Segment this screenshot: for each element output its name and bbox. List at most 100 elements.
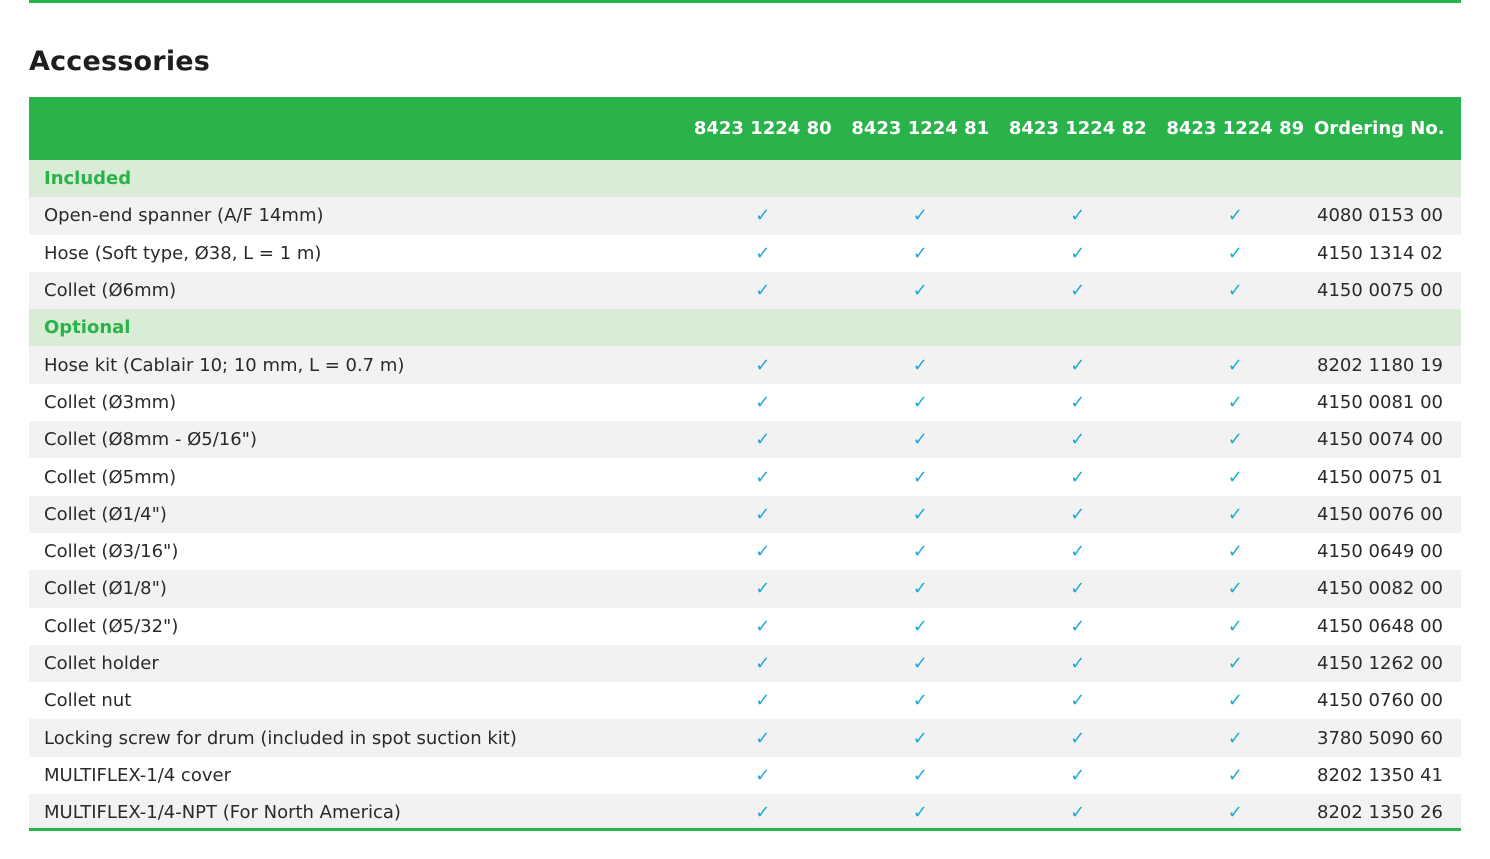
check-icon: ✓ [755, 802, 771, 824]
ordering-number: 4150 0076 00 [1317, 503, 1443, 525]
check-icon: ✓ [912, 280, 928, 302]
ordering-number: 4150 1314 02 [1317, 242, 1443, 264]
table-row: Collet nut ✓ ✓ ✓ ✓ 4150 0760 00 [29, 682, 1461, 720]
check-icon: ✓ [912, 429, 928, 451]
table-row: Collet (Ø1/4") ✓ ✓ ✓ ✓ 4150 0076 00 [29, 495, 1461, 533]
table-row: Collet holder ✓ ✓ ✓ ✓ 4150 1262 00 [29, 644, 1461, 683]
check-icon: ✓ [1227, 727, 1243, 749]
check-icon: ✓ [912, 615, 928, 637]
check-icon: ✓ [755, 690, 771, 712]
ordering-number: 4150 1262 00 [1317, 653, 1443, 674]
check-icon: ✓ [1070, 354, 1086, 376]
table-row: Collet (Ø8mm - Ø5/16") ✓ ✓ ✓ ✓ 4150 0074 00 [29, 421, 1461, 459]
ordering-number: 4150 0081 00 [1317, 391, 1443, 413]
check-icon: ✓ [912, 764, 928, 786]
item-description: Locking screw for drum (included in spot… [44, 727, 517, 749]
table-row: Collet (Ø5mm) ✓ ✓ ✓ ✓ 4150 0075 01 [29, 458, 1461, 496]
check-icon: ✓ [1227, 280, 1243, 302]
check-icon: ✓ [1070, 690, 1086, 712]
check-icon: ✓ [1227, 466, 1243, 488]
check-icon: ✓ [1227, 391, 1243, 413]
check-icon: ✓ [1070, 764, 1086, 786]
table-row: Collet (Ø5/32") ✓ ✓ ✓ ✓ 4150 0648 00 [29, 607, 1461, 645]
item-description: Collet (Ø8mm - Ø5/16") [44, 429, 257, 451]
check-icon: ✓ [1070, 429, 1086, 451]
item-description: Collet (Ø3mm) [44, 391, 177, 413]
ordering-number: 4150 0649 00 [1317, 541, 1443, 563]
check-icon: ✓ [1227, 541, 1243, 563]
item-description: Collet holder [44, 653, 159, 674]
check-icon: ✓ [755, 205, 771, 227]
header-model-82: 8423 1224 82 [1008, 118, 1147, 139]
check-icon: ✓ [1070, 727, 1086, 749]
table-row: Locking screw for drum (included in spot… [29, 719, 1461, 757]
check-icon: ✓ [912, 242, 928, 264]
section-label: Optional [44, 317, 131, 339]
check-icon: ✓ [1070, 242, 1086, 264]
ordering-number: 4080 0153 00 [1317, 205, 1443, 227]
check-icon: ✓ [755, 429, 771, 451]
check-icon: ✓ [1070, 466, 1086, 488]
check-icon: ✓ [912, 541, 928, 563]
check-icon: ✓ [1227, 653, 1243, 674]
check-icon: ✓ [755, 578, 771, 600]
header-description [29, 97, 684, 160]
table-row: Open-end spanner (A/F 14mm) ✓ ✓ ✓ ✓ 4080 0153… [29, 197, 1461, 235]
accessories-table: 8423 1224 80 8423 1224 81 8423 1224 82 8… [29, 97, 1461, 832]
check-icon: ✓ [1227, 503, 1243, 525]
item-description: Collet (Ø5/32") [44, 615, 179, 637]
check-icon: ✓ [755, 242, 771, 264]
table-row: Collet (Ø6mm) ✓ ✓ ✓ ✓ 4150 0075 00 [29, 271, 1461, 310]
check-icon: ✓ [1070, 653, 1086, 674]
item-description: Collet (Ø1/4") [44, 503, 167, 525]
check-icon: ✓ [912, 690, 928, 712]
section-label: Included [44, 168, 132, 190]
item-description: Collet (Ø1/8") [44, 578, 167, 600]
check-icon: ✓ [1227, 354, 1243, 376]
check-icon: ✓ [1070, 802, 1086, 824]
ordering-number: 8202 1350 41 [1317, 764, 1443, 786]
table-row: Collet (Ø3/16") ✓ ✓ ✓ ✓ 4150 0649 00 [29, 532, 1461, 571]
check-icon: ✓ [912, 727, 928, 749]
table-row: MULTIFLEX-1/4-NPT (For North America) ✓ ✓ ✓… [29, 794, 1461, 832]
check-icon: ✓ [1227, 802, 1243, 824]
check-icon: ✓ [755, 727, 771, 749]
ordering-number: 4150 0648 00 [1317, 615, 1443, 637]
item-description: Collet (Ø6mm) [44, 280, 177, 302]
check-icon: ✓ [1227, 242, 1243, 264]
check-icon: ✓ [1227, 764, 1243, 786]
check-icon: ✓ [1070, 280, 1086, 302]
table-body: Included Open-end spanner (A/F 14mm) ✓ ✓ ✓ ✓ 4… [29, 160, 1461, 832]
table-header-row: 8423 1224 80 8423 1224 81 8423 1224 82 8… [29, 97, 1461, 160]
check-icon: ✓ [1227, 690, 1243, 712]
bottom-divider [29, 828, 1461, 831]
check-icon: ✓ [1070, 615, 1086, 637]
check-icon: ✓ [1070, 578, 1086, 600]
ordering-number: 4150 0082 00 [1317, 578, 1443, 600]
check-icon: ✓ [912, 653, 928, 674]
ordering-number: 3780 5090 60 [1317, 727, 1443, 749]
item-description: Collet (Ø3/16") [44, 541, 179, 563]
check-icon: ✓ [755, 653, 771, 674]
check-icon: ✓ [1070, 391, 1086, 413]
check-icon: ✓ [1070, 503, 1086, 525]
item-description: MULTIFLEX-1/4-NPT (For North America) [44, 802, 401, 824]
ordering-number: 4150 0074 00 [1317, 429, 1443, 451]
ordering-number: 8202 1180 19 [1317, 354, 1443, 376]
top-divider [29, 0, 1461, 3]
check-icon: ✓ [1227, 578, 1243, 600]
header-ordering-no: Ordering No. [1314, 118, 1445, 139]
check-icon: ✓ [755, 466, 771, 488]
check-icon: ✓ [755, 541, 771, 563]
check-icon: ✓ [912, 578, 928, 600]
check-icon: ✓ [755, 280, 771, 302]
check-icon: ✓ [755, 615, 771, 637]
check-icon: ✓ [755, 391, 771, 413]
check-icon: ✓ [912, 205, 928, 227]
check-icon: ✓ [912, 391, 928, 413]
table-row: Hose kit (Cablair 10; 10 mm, L = 0.7 m) ✓… [29, 346, 1461, 384]
check-icon: ✓ [755, 354, 771, 376]
table-row: Collet (Ø3mm) ✓ ✓ ✓ ✓ 4150 0081 00 [29, 383, 1461, 422]
check-icon: ✓ [912, 503, 928, 525]
check-icon: ✓ [755, 764, 771, 786]
